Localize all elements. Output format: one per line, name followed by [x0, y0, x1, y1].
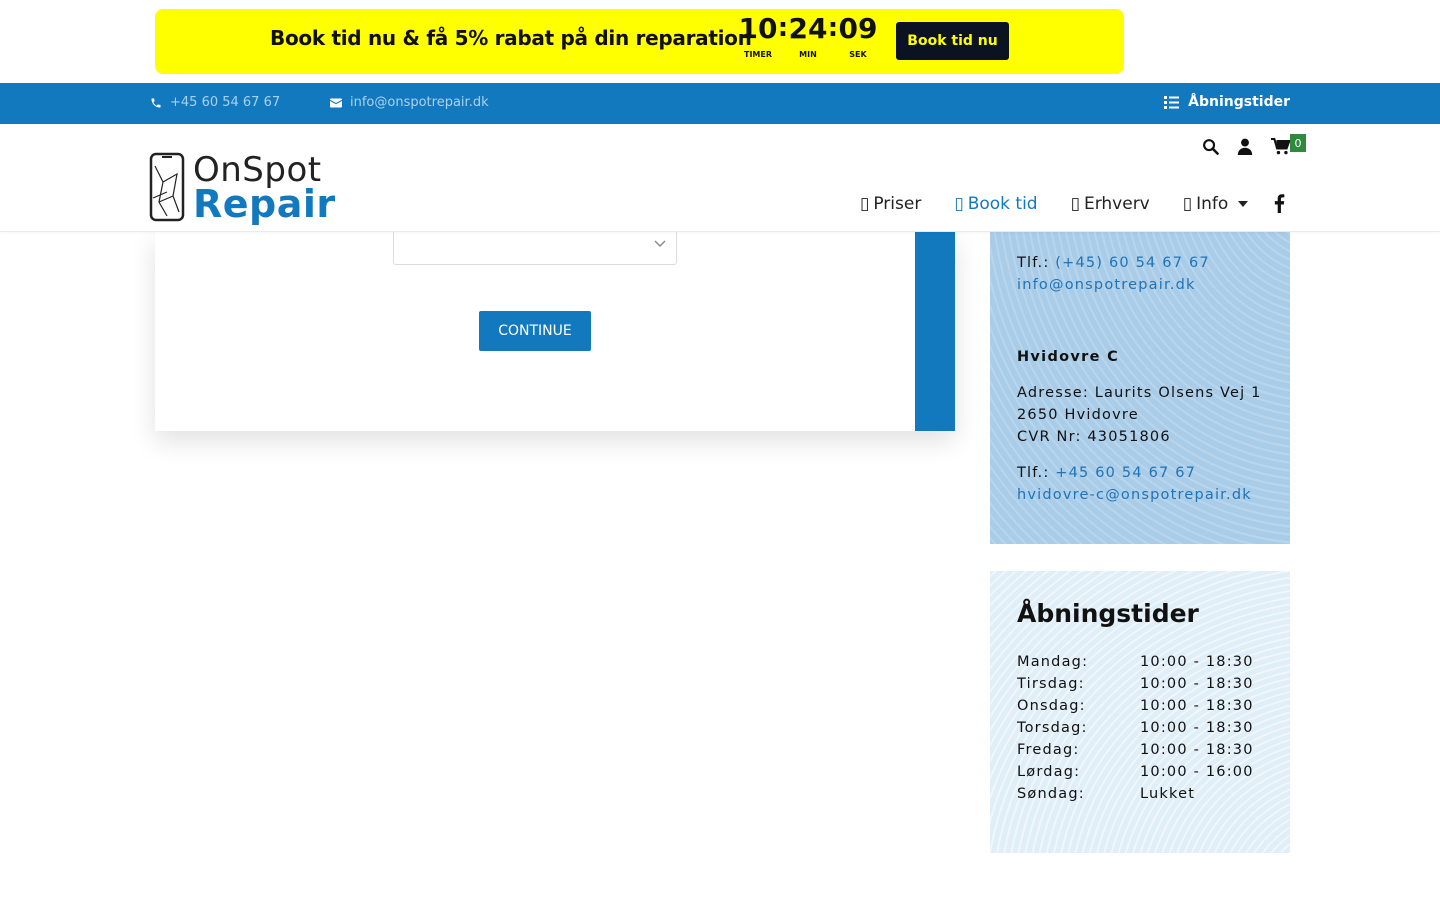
nav-item-erhverv[interactable]: ▯ Erhverv — [1071, 194, 1150, 214]
nav-item-label: Info — [1196, 194, 1229, 214]
main-email-link[interactable]: info@onspotrepair.dk — [1017, 274, 1196, 296]
countdown-hours: 10 TIMER — [738, 12, 778, 59]
promo-banner: Book tid nu & få 5% rabat på din reparat… — [155, 9, 1124, 74]
site-header: OnSpot Repair 0 ▯ Priser ▯ Book tid ▯ Er… — [0, 124, 1440, 232]
location-phone-link[interactable]: +45 60 54 67 67 — [1055, 465, 1196, 481]
countdown-seconds-label: SEK — [849, 50, 867, 59]
promo-section: Book tid nu & få 5% rabat på din reparat… — [0, 0, 1440, 83]
countdown-hours-label: TIMER — [743, 50, 773, 59]
topbar-email-text: info@onspotrepair.dk — [350, 95, 489, 110]
hours-time: 10:00 - 18:30 — [1140, 698, 1254, 714]
countdown-minutes-label: MIN — [799, 50, 817, 59]
user-icon — [1237, 138, 1253, 155]
location-city: 2650 Hvidovre — [1017, 407, 1139, 423]
opening-hours-table: Mandag: 10:00 - 18:30 Tirsdag: 10:00 - 18:… — [1017, 651, 1254, 805]
main-phone-link[interactable]: (+45) 60 54 67 67 — [1055, 255, 1210, 271]
booking-form-card: CONTINUE — [155, 232, 955, 431]
facebook-icon — [1274, 194, 1285, 213]
hours-row: Onsdag: 10:00 - 18:30 — [1017, 695, 1254, 717]
hours-time: 10:00 - 16:00 — [1140, 764, 1254, 780]
hours-row: Mandag: 10:00 - 18:30 — [1017, 651, 1254, 673]
countdown-minutes: 24 MIN — [788, 12, 828, 59]
briefcase-icon: ▯ — [1070, 194, 1080, 214]
hours-time: 10:00 - 18:30 — [1140, 720, 1254, 736]
main-nav: ▯ Priser ▯ Book tid ▯ Erhverv ▯ Info — [860, 194, 1285, 214]
hours-day: Tirsdag: — [1017, 676, 1085, 692]
location-phone-row: Tlf.: +45 60 54 67 67 — [1017, 462, 1196, 484]
envelope-icon — [330, 98, 342, 107]
hours-day: Fredag: — [1017, 742, 1080, 758]
hours-time: 10:00 - 18:30 — [1140, 742, 1254, 758]
hours-time: 10:00 - 18:30 — [1140, 654, 1254, 670]
cart-icon — [1271, 138, 1291, 155]
info-icon: ▯ — [1182, 194, 1193, 214]
hours-row: Fredag: 10:00 - 18:30 — [1017, 739, 1254, 761]
caret-down-icon — [1238, 201, 1249, 207]
topbar-phone-text: +45 60 54 67 67 — [170, 95, 281, 110]
nav-item-priser[interactable]: ▯ Priser — [860, 194, 921, 214]
tag-icon: ▯ — [860, 194, 870, 214]
hours-day: Søndag: — [1017, 786, 1085, 802]
hours-day: Onsdag: — [1017, 698, 1086, 714]
account-button[interactable] — [1237, 138, 1253, 159]
countdown-minutes-value: 24 — [788, 12, 828, 45]
booking-select[interactable] — [393, 232, 677, 265]
opening-hours-title: Åbningstider — [1017, 599, 1199, 628]
promo-text: Book tid nu & få 5% rabat på din reparat… — [270, 26, 752, 50]
contact-info-box: Tlf.: (+45) 60 54 67 67 info@onspotrepai… — [990, 232, 1290, 544]
topbar-email-link[interactable]: info@onspotrepair.dk — [330, 95, 489, 110]
location-cvr: CVR Nr: 43051806 — [1017, 429, 1171, 445]
hours-row: Søndag: Lukket — [1017, 783, 1254, 805]
logo-wordmark: OnSpot Repair — [193, 153, 336, 226]
hours-row: Torsdag: 10:00 - 18:30 — [1017, 717, 1254, 739]
calendar-icon: ▯ — [954, 194, 964, 214]
main-phone-row: Tlf.: (+45) 60 54 67 67 — [1017, 252, 1210, 274]
tlf-label: Tlf.: — [1017, 255, 1050, 271]
hours-row: Lørdag: 10:00 - 16:00 — [1017, 761, 1254, 783]
tlf-label: Tlf.: — [1017, 465, 1050, 481]
hours-row: Tirsdag: 10:00 - 18:30 — [1017, 673, 1254, 695]
header-actions: 0 — [1202, 134, 1306, 159]
countdown-seconds-value: 09 — [838, 12, 878, 45]
topbar-opening-hours-text: Åbningstider — [1188, 94, 1290, 110]
card-accent-strip — [915, 232, 955, 431]
list-icon — [1164, 95, 1180, 109]
countdown-hours-value: 10 — [738, 12, 778, 45]
location-email-link[interactable]: hvidovre-c@onspotrepair.dk — [1017, 484, 1252, 506]
cart-button[interactable]: 0 — [1271, 134, 1306, 159]
location-name: Hvidovre C — [1017, 349, 1120, 365]
facebook-link[interactable] — [1274, 194, 1285, 217]
top-contact-bar: +45 60 54 67 67 info@onspotrepair.dk Åbn… — [0, 83, 1440, 124]
topbar-phone-link[interactable]: +45 60 54 67 67 — [150, 95, 280, 110]
promo-book-button[interactable]: Book tid nu — [896, 22, 1009, 60]
site-logo[interactable]: OnSpot Repair — [149, 152, 336, 226]
nav-item-info[interactable]: ▯ Info — [1183, 194, 1249, 214]
hours-day: Lørdag: — [1017, 764, 1081, 780]
location-address: Adresse: Laurits Olsens Vej 1 — [1017, 385, 1262, 401]
hours-time: 10:00 - 18:30 — [1140, 676, 1254, 692]
phone-icon — [151, 98, 161, 107]
countdown-seconds: 09 SEK — [838, 12, 878, 59]
hours-day: Torsdag: — [1017, 720, 1088, 736]
nav-item-label: Priser — [873, 194, 922, 214]
nav-item-label: Erhverv — [1083, 194, 1150, 214]
nav-item-label: Book tid — [967, 194, 1038, 214]
search-button[interactable] — [1202, 138, 1219, 159]
search-icon — [1203, 139, 1219, 155]
continue-button[interactable]: CONTINUE — [479, 311, 591, 351]
countdown-timer: 10 TIMER : 24 MIN : 09 SEK — [738, 12, 878, 59]
cracked-phone-icon — [149, 152, 185, 222]
nav-item-book-tid[interactable]: ▯ Book tid — [954, 194, 1037, 214]
chevron-down-icon — [654, 240, 666, 247]
opening-hours-box: Åbningstider Mandag: 10:00 - 18:30 Tirsda… — [990, 571, 1290, 853]
logo-line2: Repair — [193, 182, 336, 226]
topbar-opening-hours-link[interactable]: Åbningstider — [1164, 94, 1290, 110]
hours-day: Mandag: — [1017, 654, 1089, 670]
hours-time: Lukket — [1140, 786, 1196, 802]
cart-count-badge: 0 — [1290, 134, 1306, 152]
